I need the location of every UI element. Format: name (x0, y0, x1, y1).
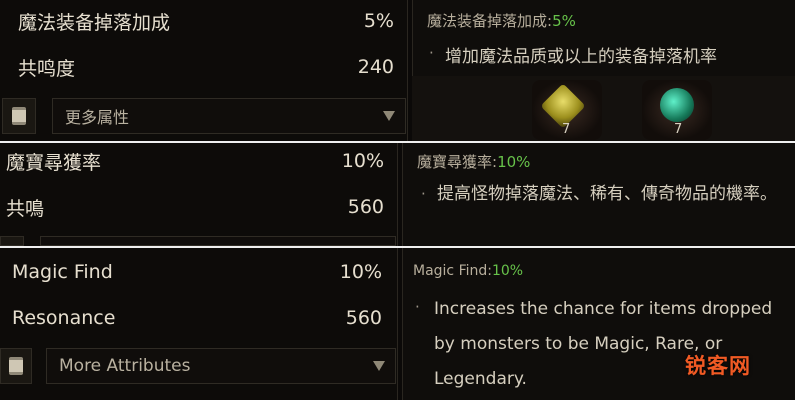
tooltip-bullet: · (421, 185, 426, 203)
resonance-label: 共鸣度 (18, 57, 76, 80)
scroll-icon[interactable] (0, 348, 32, 384)
tooltip-text: 增加魔法品质或以上的装备掉落机率 (445, 47, 717, 67)
tooltip-text: Increases the chance for items dropped b… (434, 299, 773, 389)
tooltip-title: 魔法装备掉落加成:5% (427, 10, 576, 31)
watermark-logo: 锐客网 (685, 354, 751, 378)
tooltip-text: 提高怪物掉落魔法、稀有、傳奇物品的機率。 (437, 184, 777, 204)
scroll-icon[interactable] (2, 98, 36, 134)
resonance-value: 560 (347, 196, 384, 218)
tooltip-bullet: · (429, 44, 434, 62)
more-attributes-label: More Attributes (59, 356, 191, 376)
tooltip-title: 魔寶尋獲率:10% (417, 151, 530, 172)
tooltip-key: 魔法装备掉落加成: (427, 12, 553, 30)
magic-find-row[interactable]: 魔寶尋獲率 10% (6, 146, 384, 176)
tooltip-value: 5% (552, 12, 576, 30)
more-attributes-dropdown[interactable]: 更多属性 (52, 98, 406, 134)
stats-panel: 魔寶尋獲率 10% 共鳴 560 (0, 143, 398, 246)
tooltip-panel: 魔法装备掉落加成:5% · 增加魔法品质或以上的装备掉落机率 (412, 0, 795, 76)
tooltip-panel: 魔寶尋獲率:10% · 提高怪物掉落魔法、稀有、傳奇物品的機率。 (402, 143, 795, 246)
teal-gem-icon[interactable] (660, 88, 694, 122)
magic-find-value: 5% (363, 10, 394, 32)
tooltip-key: 魔寶尋獲率: (417, 153, 498, 171)
resonance-label: Resonance (12, 307, 116, 329)
simplified-chinese-section: 魔法装备掉落加成 5% 共鸣度 240 更多属性 魔法装备掉落加成:5% · 增… (0, 0, 795, 142)
resonance-label: 共鳴 (6, 197, 45, 220)
more-attributes-dropdown[interactable] (40, 236, 396, 246)
more-attributes-dropdown[interactable]: More Attributes (46, 348, 396, 384)
magic-find-row[interactable]: 魔法装备掉落加成 5% (18, 6, 394, 36)
english-section: Magic Find 10% Resonance 560 More Attrib… (0, 248, 795, 400)
resonance-row[interactable]: Resonance 560 (12, 303, 382, 333)
resonance-row[interactable]: 共鳴 560 (6, 192, 384, 222)
magic-find-label: Magic Find (12, 261, 113, 283)
resonance-value: 560 (345, 307, 382, 329)
magic-find-row[interactable]: Magic Find 10% (12, 257, 382, 287)
gem-sockets: 7 7 (412, 76, 795, 142)
magic-find-label: 魔寶尋獲率 (6, 151, 102, 174)
tooltip-title: Magic Find:10% (413, 263, 523, 279)
gem-count-2: 7 (674, 122, 683, 137)
tooltip-value: 10% (491, 263, 524, 279)
resonance-row[interactable]: 共鸣度 240 (18, 52, 394, 82)
tooltip-bullet: · (415, 298, 420, 316)
stats-panel: Magic Find 10% Resonance 560 More Attrib… (0, 248, 398, 400)
scroll-icon[interactable] (0, 236, 24, 246)
chevron-down-icon (383, 111, 395, 121)
resonance-value: 240 (357, 56, 394, 78)
tooltip-value: 10% (497, 153, 531, 171)
stats-panel: 魔法装备掉落加成 5% 共鸣度 240 更多属性 (0, 0, 408, 142)
magic-find-value: 10% (339, 261, 382, 283)
tooltip-key: Magic Find: (413, 263, 492, 279)
magic-find-value: 10% (341, 150, 384, 172)
magic-find-label: 魔法装备掉落加成 (18, 11, 171, 34)
traditional-chinese-section: 魔寶尋獲率 10% 共鳴 560 魔寶尋獲率:10% · 提高怪物掉落魔法、稀有… (0, 143, 795, 246)
more-attributes-label: 更多属性 (65, 108, 130, 127)
gem-count-1: 7 (562, 122, 571, 137)
chevron-down-icon (373, 361, 385, 371)
